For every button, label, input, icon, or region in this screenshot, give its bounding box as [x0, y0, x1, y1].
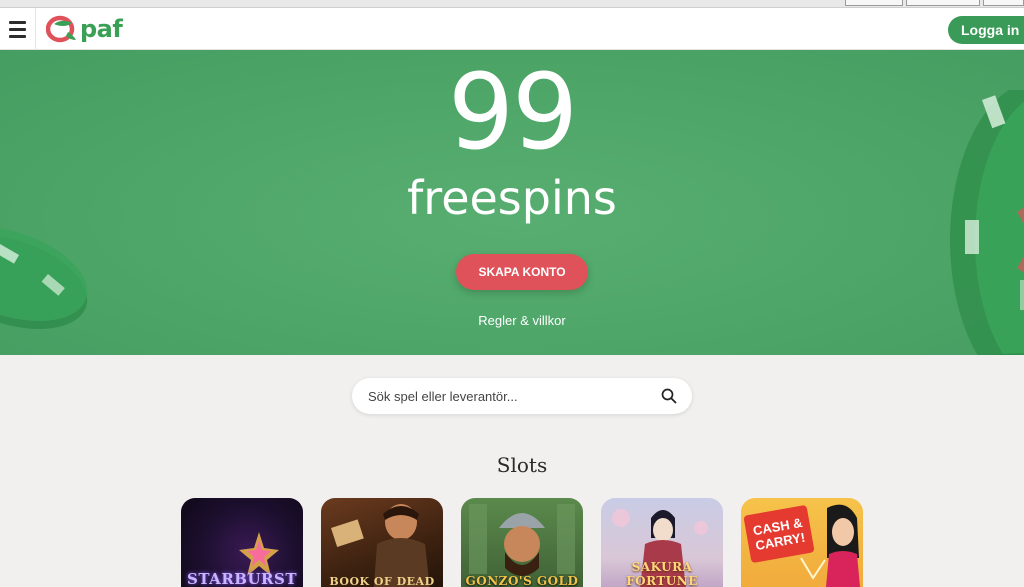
- login-button[interactable]: Logga in: [948, 16, 1024, 44]
- strip-tab[interactable]: [845, 0, 903, 6]
- game-title: SAKURA FORTUNE: [626, 560, 698, 587]
- game-title: GONZO'S GOLD: [465, 574, 579, 587]
- hamburger-menu-icon[interactable]: [0, 8, 36, 50]
- page: paf Logga in 99 freespins SKAPA KONTO Re…: [0, 0, 1024, 587]
- menu-bar: [9, 34, 26, 38]
- game-tile-starburst[interactable]: STARBURST: [181, 498, 303, 587]
- strip-tab[interactable]: [906, 0, 980, 6]
- search-icon[interactable]: [660, 387, 678, 405]
- strip-tab[interactable]: [983, 0, 1024, 6]
- game-tiles: STARBURST BOOK OF DEAD GONZO'S GOLD SAKU…: [181, 498, 881, 587]
- site-header: paf Logga in: [0, 8, 1024, 50]
- menu-bar: [9, 27, 26, 31]
- section-title-slots: Slots: [496, 453, 548, 477]
- game-title: STARBURST: [187, 570, 297, 587]
- create-account-button[interactable]: SKAPA KONTO: [456, 254, 588, 290]
- game-tile-sakura-fortune[interactable]: SAKURA FORTUNE: [601, 498, 723, 587]
- adventurer-figure-icon: [331, 504, 430, 587]
- game-tile-book-of-dead[interactable]: BOOK OF DEAD: [321, 498, 443, 587]
- hero-subtitle: freespins: [407, 171, 617, 225]
- search-bar: [352, 378, 692, 414]
- hero-number: 99: [447, 51, 578, 173]
- terms-link[interactable]: Regler & villkor: [0, 313, 1024, 328]
- game-tile-gonzos-gold[interactable]: GONZO'S GOLD: [461, 498, 583, 587]
- hero-banner: 99 freespins SKAPA KONTO Regler & villko…: [0, 50, 1024, 355]
- menu-bar: [9, 20, 26, 24]
- logo-text: paf: [80, 15, 123, 43]
- game-title: BOOK OF DEAD: [329, 575, 435, 587]
- paf-logo-icon: [46, 15, 76, 43]
- browser-top-strip: [0, 0, 1024, 8]
- game-tile-cash-and-carry[interactable]: CASH & CARRY!: [741, 498, 863, 587]
- paf-logo[interactable]: paf: [46, 13, 123, 45]
- search-input[interactable]: [368, 388, 660, 404]
